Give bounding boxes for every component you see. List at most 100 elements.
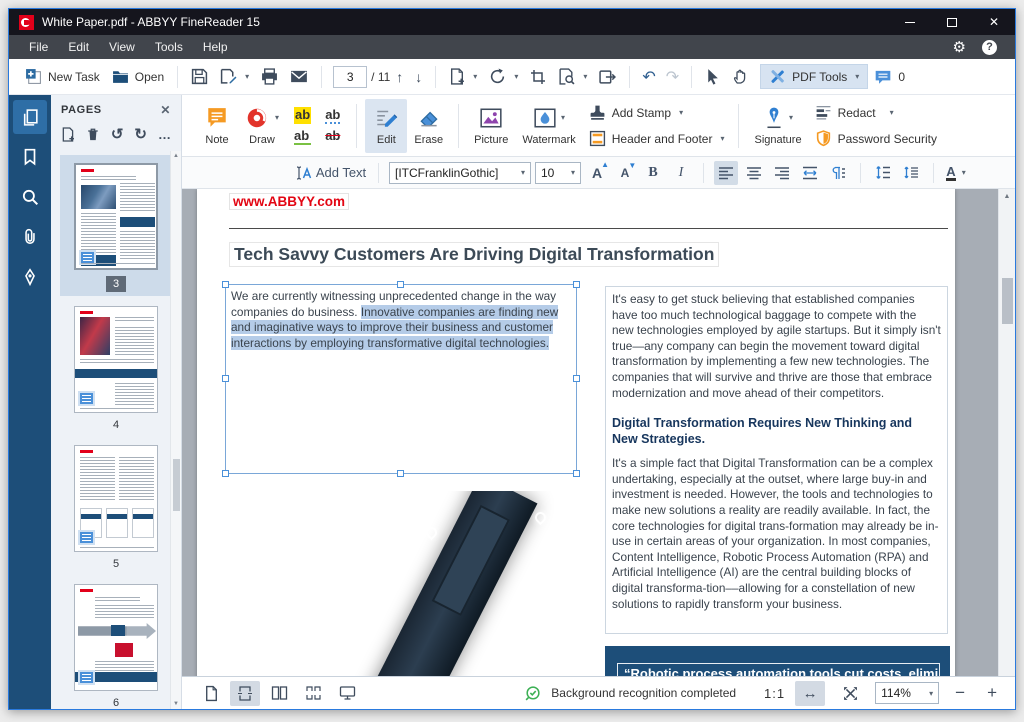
header-footer-button[interactable]: Header and Footer ▾: [589, 130, 724, 147]
facing-continuous-view-button[interactable]: [298, 681, 328, 706]
print-button[interactable]: [255, 64, 284, 89]
add-text-button[interactable]: Add Text: [292, 161, 368, 185]
site-link[interactable]: www.ABBYY.com: [229, 193, 350, 210]
save-as-button[interactable]: ▾: [214, 64, 255, 89]
redact-button[interactable]: Redact ▾: [815, 104, 937, 121]
page-thumbnail-6[interactable]: 6: [74, 584, 158, 709]
align-center-button[interactable]: [742, 161, 766, 185]
more-options-icon[interactable]: …: [158, 127, 171, 142]
help-icon[interactable]: ?: [982, 39, 997, 55]
erase-button[interactable]: Erase: [407, 99, 450, 153]
scroll-thumb[interactable]: [172, 459, 180, 511]
delete-page-icon[interactable]: [86, 127, 100, 142]
settings-gear-icon[interactable]: ⚙: [953, 38, 966, 56]
document-canvas[interactable]: www.ABBYY.com Tech Savvy Customers Are D…: [182, 189, 1015, 676]
zoom-select[interactable]: 114% ▾: [875, 682, 940, 704]
edit-button[interactable]: Edit: [365, 98, 408, 153]
rotate-pages-button[interactable]: ▾: [483, 64, 524, 89]
zoom-in-button[interactable]: +: [981, 683, 1003, 703]
line-spacing-button[interactable]: [871, 161, 895, 185]
selection-handle[interactable]: [397, 281, 404, 288]
page-number-input[interactable]: 3: [333, 65, 368, 88]
selected-text-block[interactable]: We are currently witnessing unprecedente…: [222, 281, 580, 477]
menu-view[interactable]: View: [99, 35, 145, 59]
continuous-view-button[interactable]: [230, 680, 260, 706]
scroll-up-icon[interactable]: ▲: [1004, 193, 1011, 200]
scroll-up-icon[interactable]: ▲: [173, 153, 179, 159]
increase-font-button[interactable]: A ▲: [585, 160, 609, 185]
strikethrough-button[interactable]: ab: [325, 128, 340, 145]
font-color-button[interactable]: A ▾: [944, 161, 968, 185]
menu-file[interactable]: File: [19, 35, 58, 59]
align-left-button[interactable]: [714, 160, 738, 185]
next-page-button[interactable]: ↓: [409, 69, 428, 85]
sidebar-item-attachments[interactable]: [13, 220, 47, 254]
add-stamp-button[interactable]: Add Stamp ▾: [589, 104, 725, 121]
page-thumbnail-5[interactable]: 5: [74, 445, 158, 584]
selection-handle[interactable]: [222, 281, 229, 288]
font-size-select[interactable]: 10 ▾: [535, 161, 581, 184]
new-task-button[interactable]: New Task: [19, 64, 106, 89]
align-right-button[interactable]: [770, 161, 794, 185]
convert-button[interactable]: [593, 65, 622, 89]
justify-width-button[interactable]: [798, 161, 822, 185]
previous-page-button[interactable]: ↑: [390, 69, 409, 85]
document-heading[interactable]: Tech Savvy Customers Are Driving Digital…: [229, 242, 720, 267]
picture-button[interactable]: Picture: [467, 99, 515, 153]
pdf-page[interactable]: www.ABBYY.com Tech Savvy Customers Are D…: [197, 189, 955, 676]
find-button[interactable]: ▾: [552, 64, 593, 89]
hand-tool-button[interactable]: [726, 64, 754, 89]
redo-button[interactable]: ↷: [661, 67, 684, 87]
sidebar-item-search[interactable]: [13, 180, 47, 214]
right-text-block[interactable]: It's easy to get stuck believing that es…: [605, 286, 948, 634]
single-page-view-button[interactable]: [196, 681, 226, 706]
save-button[interactable]: [185, 64, 214, 89]
fullscreen-view-button[interactable]: [332, 681, 362, 706]
sidebar-item-pages[interactable]: [13, 100, 47, 134]
fit-page-button[interactable]: [835, 681, 865, 706]
panel-scrollbar[interactable]: ▲ ▼: [170, 151, 181, 709]
selection-handle[interactable]: [397, 470, 404, 477]
undo-button[interactable]: ↶: [637, 67, 660, 87]
maximize-button[interactable]: [931, 9, 973, 35]
page-thumbnail-3[interactable]: 3: [60, 155, 172, 296]
sidebar-item-bookmarks[interactable]: [13, 140, 47, 174]
selection-handle[interactable]: [222, 470, 229, 477]
add-page-icon[interactable]: [61, 126, 75, 142]
rotate-right-icon[interactable]: ↻: [134, 125, 147, 143]
open-button[interactable]: Open: [106, 65, 170, 88]
scroll-thumb[interactable]: [1001, 278, 1013, 324]
facing-view-button[interactable]: [264, 681, 294, 706]
minimize-button[interactable]: [889, 9, 931, 35]
selection-handle[interactable]: [222, 375, 229, 382]
selection-handle[interactable]: [573, 281, 580, 288]
menu-tools[interactable]: Tools: [145, 35, 193, 59]
italic-button[interactable]: I: [669, 161, 693, 185]
comments-button[interactable]: 0: [868, 65, 911, 89]
select-tool-button[interactable]: [699, 64, 726, 89]
city-photo[interactable]: [197, 491, 572, 676]
email-button[interactable]: [284, 65, 314, 88]
scroll-down-icon[interactable]: ▼: [173, 701, 179, 707]
bold-button[interactable]: B: [641, 161, 665, 185]
close-panel-button[interactable]: ✕: [160, 103, 171, 117]
close-button[interactable]: ✕: [973, 9, 1015, 35]
font-family-select[interactable]: [ITCFranklinGothic] ▾: [389, 161, 531, 184]
pdf-tools-button[interactable]: PDF Tools ▾: [760, 64, 869, 89]
underline-button[interactable]: ab: [294, 128, 312, 145]
quote-banner[interactable]: “Robotic process automation tools cut co…: [605, 646, 950, 676]
signature-button[interactable]: ▾ Signature: [747, 99, 808, 153]
selection-handle[interactable]: [573, 470, 580, 477]
zoom-out-button[interactable]: −: [949, 683, 971, 703]
highlight-button[interactable]: ab: [294, 106, 312, 124]
fit-width-button[interactable]: ↔: [795, 680, 826, 706]
password-security-button[interactable]: Password Security: [815, 130, 937, 147]
insert-text-markup-button[interactable]: ab: [325, 107, 341, 124]
menu-help[interactable]: Help: [193, 35, 238, 59]
paragraph-spacing-button[interactable]: [899, 161, 923, 185]
paragraph-marks-button[interactable]: [826, 161, 850, 185]
add-pages-button[interactable]: ▾: [443, 64, 483, 89]
page-thumbnail-4[interactable]: 4: [74, 306, 158, 445]
document-scrollbar[interactable]: ▲: [998, 189, 1015, 676]
crop-button[interactable]: [524, 65, 552, 89]
